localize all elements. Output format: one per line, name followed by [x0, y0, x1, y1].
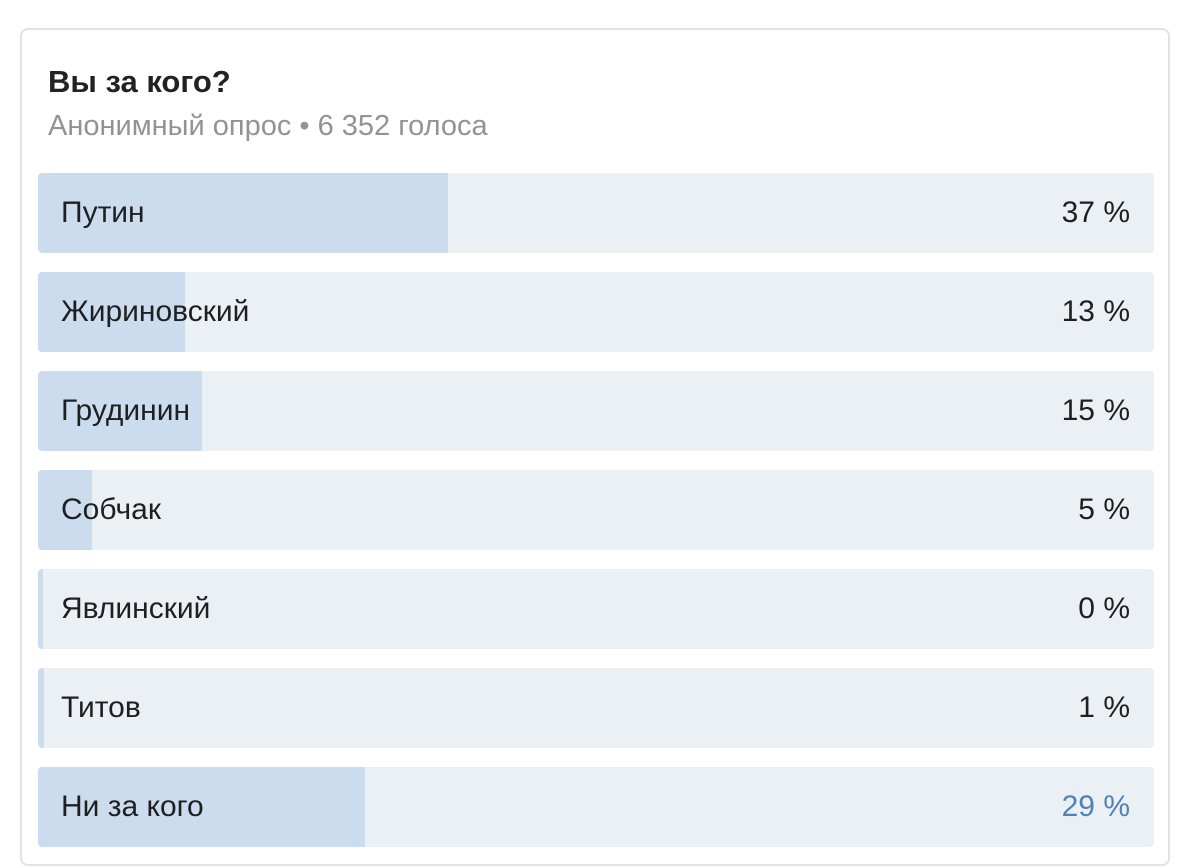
- poll-option-none[interactable]: Ни за кого 29 %: [38, 767, 1154, 847]
- poll-option-label: Жириновский: [61, 295, 250, 328]
- poll-meta: Анонимный опрос • 6 352 голоса: [48, 110, 488, 142]
- poll-option-grudinin[interactable]: Грудинин 15 %: [38, 371, 1154, 451]
- poll-option-percent: 13 %: [1061, 295, 1130, 328]
- poll-option-percent: 1 %: [1078, 691, 1130, 724]
- poll-option-percent: 0 %: [1078, 592, 1130, 625]
- poll-option-percent: 15 %: [1061, 394, 1130, 427]
- poll-option-label: Титов: [61, 691, 141, 724]
- poll-option-label: Путин: [61, 196, 145, 229]
- poll-question: Вы за кого?: [48, 64, 231, 99]
- poll-option-putin[interactable]: Путин 37 %: [38, 173, 1154, 253]
- poll-option-percent: 5 %: [1078, 493, 1130, 526]
- poll-option-bar: [38, 668, 44, 748]
- poll-options: Путин 37 % Жириновский 13 % Грудинин 15 …: [38, 173, 1154, 866]
- poll-card: Вы за кого? Анонимный опрос • 6 352 голо…: [20, 28, 1170, 866]
- poll-option-bar: [38, 569, 43, 649]
- poll-option-sobchak[interactable]: Собчак 5 %: [38, 470, 1154, 550]
- poll-option-zhirinovsky[interactable]: Жириновский 13 %: [38, 272, 1154, 352]
- poll-option-label: Грудинин: [61, 394, 191, 427]
- poll-option-titov[interactable]: Титов 1 %: [38, 668, 1154, 748]
- poll-option-percent: 29 %: [1061, 790, 1130, 823]
- poll-option-label: Явлинский: [61, 592, 211, 625]
- poll-option-yavlinsky[interactable]: Явлинский 0 %: [38, 569, 1154, 649]
- poll-option-percent: 37 %: [1061, 196, 1130, 229]
- poll-option-label: Ни за кого: [61, 790, 204, 823]
- poll-option-label: Собчак: [61, 493, 161, 526]
